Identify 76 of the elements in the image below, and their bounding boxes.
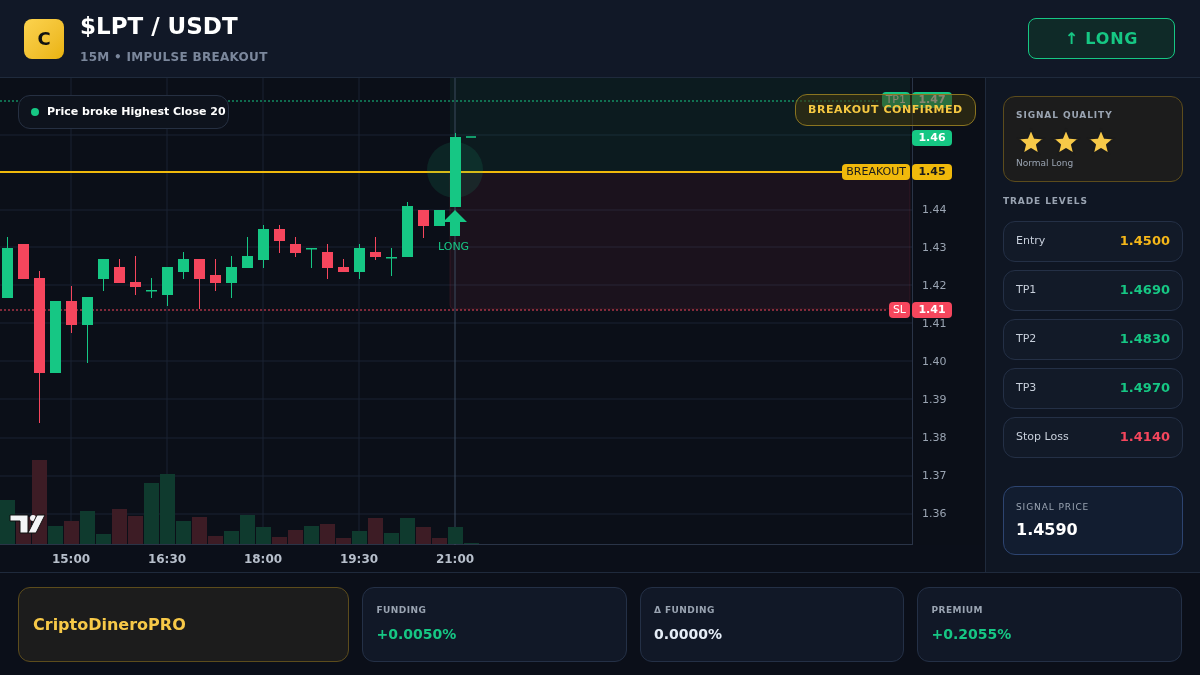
candle: [178, 251, 189, 280]
time-label: 21:00: [434, 551, 476, 568]
card-label: SIGNAL PRICE: [1016, 500, 1091, 514]
strategy-subtitle: 15M • IMPULSE BREAKOUT: [80, 48, 268, 66]
candle: [258, 224, 269, 269]
candle: [290, 236, 301, 258]
candle: [66, 285, 77, 334]
brand-name: CriptoDineroPRO: [33, 613, 186, 636]
axis-label: 1.38: [922, 430, 947, 446]
level-value: 1.4970: [1119, 379, 1170, 398]
candle: [146, 277, 157, 299]
candle: [226, 255, 237, 299]
price-tag: SL: [888, 302, 910, 318]
level-value: 1.4830: [1119, 330, 1170, 349]
metric-value: +0.0050%: [376, 624, 458, 644]
up-arrow-icon: [443, 210, 467, 236]
candle: [354, 243, 365, 280]
time-label: 16:30: [146, 551, 188, 568]
pair-title: $LPT / USDT: [80, 11, 239, 40]
level-value: 1.4140: [1119, 428, 1170, 447]
candle: [2, 236, 13, 299]
level-label: Entry: [1016, 232, 1046, 249]
metric-label: PREMIUM: [931, 604, 984, 617]
candle: [18, 243, 29, 280]
price-tag: BREAKOUT: [842, 164, 910, 180]
metric-value: 0.0000%: [653, 624, 723, 644]
metric-label: Δ FUNDING: [653, 604, 716, 617]
axis-label: 1.40: [922, 354, 947, 370]
level-value: 1.4690: [1119, 281, 1170, 300]
level-label: TP1: [1016, 281, 1037, 298]
time-label: 19:30: [338, 551, 380, 568]
price-value: 1.41: [912, 302, 952, 318]
candle: [322, 243, 333, 280]
candle: [98, 258, 109, 292]
quality-caption: Normal Long: [1016, 156, 1075, 170]
candle: [114, 258, 125, 284]
app-logo: C: [24, 18, 64, 59]
chart-logo-icon: [9, 514, 46, 534]
candle: [82, 296, 93, 364]
candle: [194, 258, 205, 310]
axis-label: 1.41: [922, 316, 947, 332]
time-label: 18:00: [242, 551, 284, 568]
level-label: Stop Loss: [1016, 428, 1069, 445]
metric-label: FUNDING: [376, 604, 428, 617]
signal-price-value: 1.4590: [1016, 519, 1079, 541]
long-button[interactable]: ↑ LONG: [1028, 18, 1175, 59]
axis-label: 1.43: [922, 240, 947, 256]
candle: [162, 266, 173, 307]
candle: [210, 258, 221, 292]
axis-label: 1.42: [922, 278, 947, 294]
price-tick: [465, 136, 477, 138]
candle: [386, 247, 397, 277]
axis-label: 1.44: [922, 202, 947, 218]
candle: [242, 236, 253, 269]
candle: [418, 209, 429, 239]
signal-label: LONG: [438, 239, 470, 255]
axis-label: 1.37: [922, 468, 947, 484]
card-label: SIGNAL QUALITY: [1016, 109, 1114, 122]
axis-label: 1.39: [922, 392, 947, 408]
metric-value: +0.2055%: [931, 624, 1013, 644]
level-label: TP2: [1016, 330, 1037, 347]
level-label: TP3: [1016, 379, 1037, 396]
candle: [338, 258, 349, 273]
candle: [306, 247, 317, 269]
axis-label: 1.36: [922, 506, 947, 522]
time-label: 15:00: [50, 551, 92, 568]
price-value: 1.46: [912, 130, 952, 146]
candle: [274, 224, 285, 254]
alert-text: Price broke Highest Close 20: [47, 103, 226, 120]
candle: [370, 236, 381, 261]
candle: [130, 255, 141, 296]
level-value: 1.4500: [1119, 232, 1170, 251]
price-value: 1.45: [912, 164, 952, 180]
section-title: TRADE LEVELS: [1003, 195, 1089, 208]
candle: [434, 209, 445, 227]
candle: [402, 201, 413, 258]
